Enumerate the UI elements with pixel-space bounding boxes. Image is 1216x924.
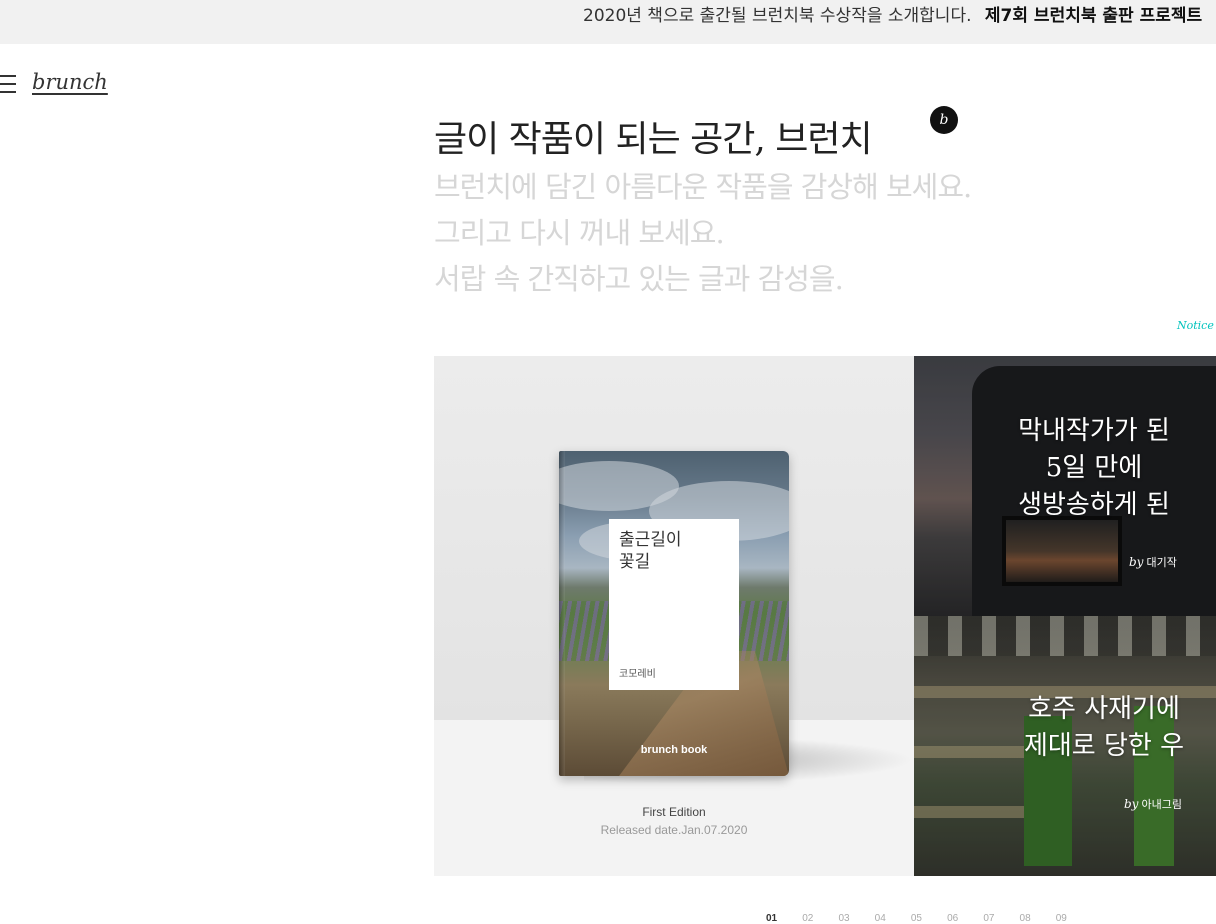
announcement-text-wrap: 2020년 책으로 출간될 브런치북 수상작을 소개합니다. 제7회 브런치북 …: [583, 0, 1202, 44]
page-4[interactable]: 04: [875, 913, 886, 924]
hero-line-2: 그리고 다시 꺼내 보세요.: [434, 216, 725, 250]
feature-byline: by 대기작: [1129, 554, 1177, 570]
book-title-card: 출근길이 꽃길 코모레비: [609, 519, 739, 690]
page-3[interactable]: 03: [838, 913, 849, 924]
slide-pagination: 01 02 03 04 05 06 07 08 09: [766, 906, 1087, 924]
hamburger-icon[interactable]: [0, 75, 17, 95]
page-1[interactable]: 01: [766, 913, 777, 924]
feature-byline: by 아내그림: [1124, 796, 1182, 812]
book-title: 출근길이 꽃길: [619, 530, 682, 572]
book-cover[interactable]: 출근길이 꽃길 코모레비 brunch book: [559, 451, 789, 776]
by-label: by: [1129, 555, 1144, 569]
announcement-highlight[interactable]: 제7회 브런치북 출판 프로젝트: [985, 6, 1202, 26]
book-author: 코모레비: [619, 669, 656, 680]
feature-card-1[interactable]: 막내작가가 된 5일 만에 생방송하게 된 by 대기작: [914, 356, 1216, 616]
page-8[interactable]: 08: [1020, 913, 1031, 924]
feature-title: 막내작가가 된 5일 만에 생방송하게 된: [1018, 416, 1170, 520]
brunch-book-brand: brunch book: [640, 744, 708, 756]
brunch-b-icon: b: [930, 106, 958, 134]
feature-card-2[interactable]: 호주 사재기에 제대로 당한 우 by 아내그림: [914, 616, 1216, 876]
announcement-bar[interactable]: 2020년 책으로 출간될 브런치북 수상작을 소개합니다. 제7회 브런치북 …: [0, 0, 1216, 44]
feature-author: 아내그림: [1141, 798, 1182, 811]
hero-line-3: 서랍 속 간직하고 있는 글과 감성을.: [434, 262, 844, 296]
page-title: 글이 작품이 되는 공간, 브런치: [434, 119, 873, 160]
page-6[interactable]: 06: [947, 913, 958, 924]
featured-book-panel[interactable]: 출근길이 꽃길 코모레비 brunch book First Edition R…: [434, 356, 914, 876]
by-label: by: [1124, 797, 1139, 811]
book-spine: [559, 451, 565, 776]
book-release-date: Released date.Jan.07.2020: [600, 823, 748, 837]
notice-link[interactable]: Notice: [1177, 319, 1214, 332]
brunch-logo[interactable]: brunch: [32, 70, 108, 94]
feature-title: 호주 사재기에 제대로 당한 우: [1023, 694, 1185, 761]
announcement-text: 2020년 책으로 출간될 브런치북 수상작을 소개합니다.: [583, 6, 972, 26]
page-9[interactable]: 09: [1056, 913, 1067, 924]
page-2[interactable]: 02: [802, 913, 813, 924]
book-edition: First Edition: [642, 805, 706, 819]
feature-author: 대기작: [1146, 556, 1177, 569]
page-5[interactable]: 05: [911, 913, 922, 924]
hero-line-1: 브런치에 담긴 아름다운 작품을 감상해 보세요.: [434, 170, 972, 204]
page-7[interactable]: 07: [983, 913, 994, 924]
